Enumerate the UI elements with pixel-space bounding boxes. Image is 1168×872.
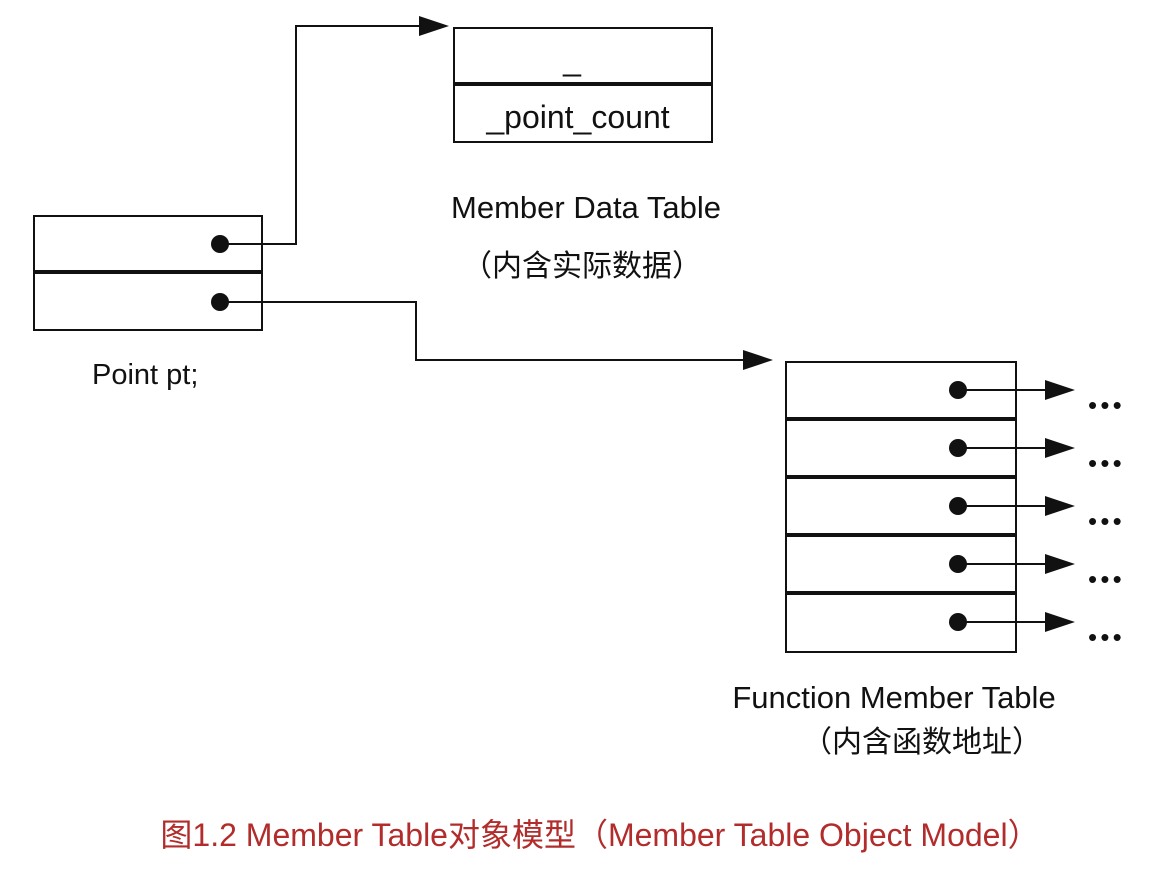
function-row-3-ellipsis: • • • — [1088, 506, 1122, 536]
function-member-table-subtitle: （内含函数地址） — [802, 726, 1042, 759]
member-table-object-model-diagram: Point pt; _ _point_count Member Data Tab… — [33, 16, 1124, 853]
point-object-box — [33, 215, 263, 331]
figure-caption: 图1.2 Member Table对象模型（Member Table Objec… — [160, 817, 1039, 853]
member-data-row-1: _ — [562, 41, 582, 77]
function-member-table-title: Function Member Table — [732, 680, 1055, 715]
function-row-4: • • • — [949, 554, 1124, 594]
function-row-4-ellipsis: • • • — [1088, 564, 1122, 594]
function-row-5: • • • — [949, 612, 1124, 652]
member-data-row-2: _point_count — [485, 99, 669, 135]
function-row-2: • • • — [949, 438, 1124, 478]
function-row-1: • • • — [949, 380, 1124, 420]
member-data-table-title: Member Data Table — [451, 190, 721, 225]
arrow-to-member-data-table — [220, 16, 449, 245]
arrow-to-function-member-table — [220, 301, 773, 370]
member-data-table-subtitle: （内含实际数据） — [462, 250, 702, 283]
function-row-3: • • • — [949, 496, 1124, 536]
function-row-1-ellipsis: • • • — [1088, 390, 1122, 420]
function-row-5-ellipsis: • • • — [1088, 622, 1122, 652]
function-row-2-ellipsis: • • • — [1088, 448, 1122, 478]
point-object-label: Point pt; — [92, 359, 198, 391]
